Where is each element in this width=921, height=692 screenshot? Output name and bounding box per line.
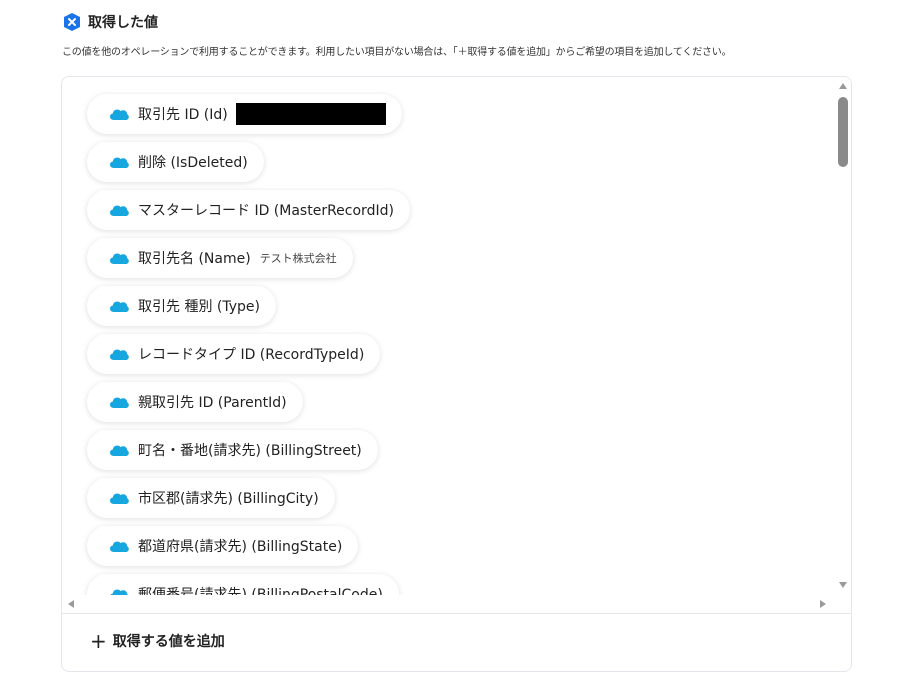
value-chip-label: 郵便番号(請求先) (BillingPostalCode) [138, 587, 383, 595]
value-chip-label: マスターレコード ID (MasterRecordId) [138, 203, 394, 219]
salesforce-cloud-icon [110, 253, 129, 264]
salesforce-cloud-icon [110, 397, 129, 408]
scroll-down-arrow-icon[interactable] [839, 582, 847, 588]
salesforce-cloud-icon [110, 205, 129, 216]
value-chip-label: 取引先名 (Name) [138, 251, 251, 267]
value-chip[interactable]: 親取引先 ID (ParentId) [87, 382, 303, 422]
salesforce-cloud-icon [110, 541, 129, 552]
salesforce-cloud-icon [110, 589, 129, 595]
value-chip[interactable]: 取引先 ID (Id) [87, 94, 402, 134]
salesforce-cloud-icon [110, 493, 129, 504]
value-chip-label: 取引先 種別 (Type) [138, 299, 260, 315]
salesforce-cloud-icon [110, 445, 129, 456]
redacted-value [235, 103, 386, 125]
value-chip[interactable]: 取引先 種別 (Type) [87, 286, 276, 326]
scroll-up-arrow-icon[interactable] [839, 83, 847, 89]
salesforce-cloud-icon [110, 301, 129, 312]
scroll-left-arrow-icon[interactable] [68, 600, 74, 608]
plus-icon: + [90, 629, 107, 653]
section-description: この値を他のオペレーションで利用することができます。利用したい項目がない場合は、… [62, 47, 732, 58]
add-value-button[interactable]: + 取得する値を追加 [90, 627, 225, 655]
value-chip[interactable]: 都道府県(請求先) (BillingState) [87, 526, 359, 566]
section-title: 取得した値 [88, 15, 158, 31]
value-chip[interactable]: 削除 (IsDeleted) [87, 142, 264, 182]
yoom-x-icon [64, 13, 80, 31]
value-chip[interactable]: 取引先名 (Name) テスト株式会社 [87, 238, 353, 278]
salesforce-cloud-icon [110, 157, 129, 168]
divider [62, 613, 851, 614]
scroll-thumb[interactable] [838, 97, 848, 167]
value-chip-sample: テスト株式会社 [259, 252, 337, 265]
value-chip[interactable]: 町名・番地(請求先) (BillingStreet) [87, 430, 378, 470]
vertical-scrollbar[interactable] [835, 77, 851, 595]
horizontal-scrollbar[interactable] [62, 595, 835, 613]
salesforce-cloud-icon [110, 349, 129, 360]
value-chip-label: 市区郡(請求先) (BillingCity) [138, 491, 319, 507]
salesforce-cloud-icon [110, 109, 129, 120]
value-chip[interactable]: マスターレコード ID (MasterRecordId) [87, 190, 410, 230]
value-chip[interactable]: 郵便番号(請求先) (BillingPostalCode) [87, 574, 399, 595]
section-header: 取得した値 [62, 12, 158, 32]
values-panel: 取引先 ID (Id) 削除 (IsDeleted) マスターレコード ID (Ma… [61, 76, 852, 672]
values-list[interactable]: 取引先 ID (Id) 削除 (IsDeleted) マスターレコード ID (Ma… [62, 77, 835, 595]
value-chip-label: 親取引先 ID (ParentId) [138, 395, 287, 411]
value-chip[interactable]: レコードタイプ ID (RecordTypeId) [87, 334, 381, 374]
scroll-right-arrow-icon[interactable] [820, 600, 826, 608]
add-value-label: 取得する値を追加 [112, 634, 225, 650]
value-chip[interactable]: 市区郡(請求先) (BillingCity) [87, 478, 335, 518]
value-chip-label: 削除 (IsDeleted) [138, 155, 248, 171]
value-chip-label: 取引先 ID (Id) [138, 107, 228, 123]
value-chip-label: レコードタイプ ID (RecordTypeId) [138, 347, 365, 363]
value-chip-label: 都道府県(請求先) (BillingState) [138, 539, 343, 555]
value-chip-label: 町名・番地(請求先) (BillingStreet) [138, 443, 362, 459]
